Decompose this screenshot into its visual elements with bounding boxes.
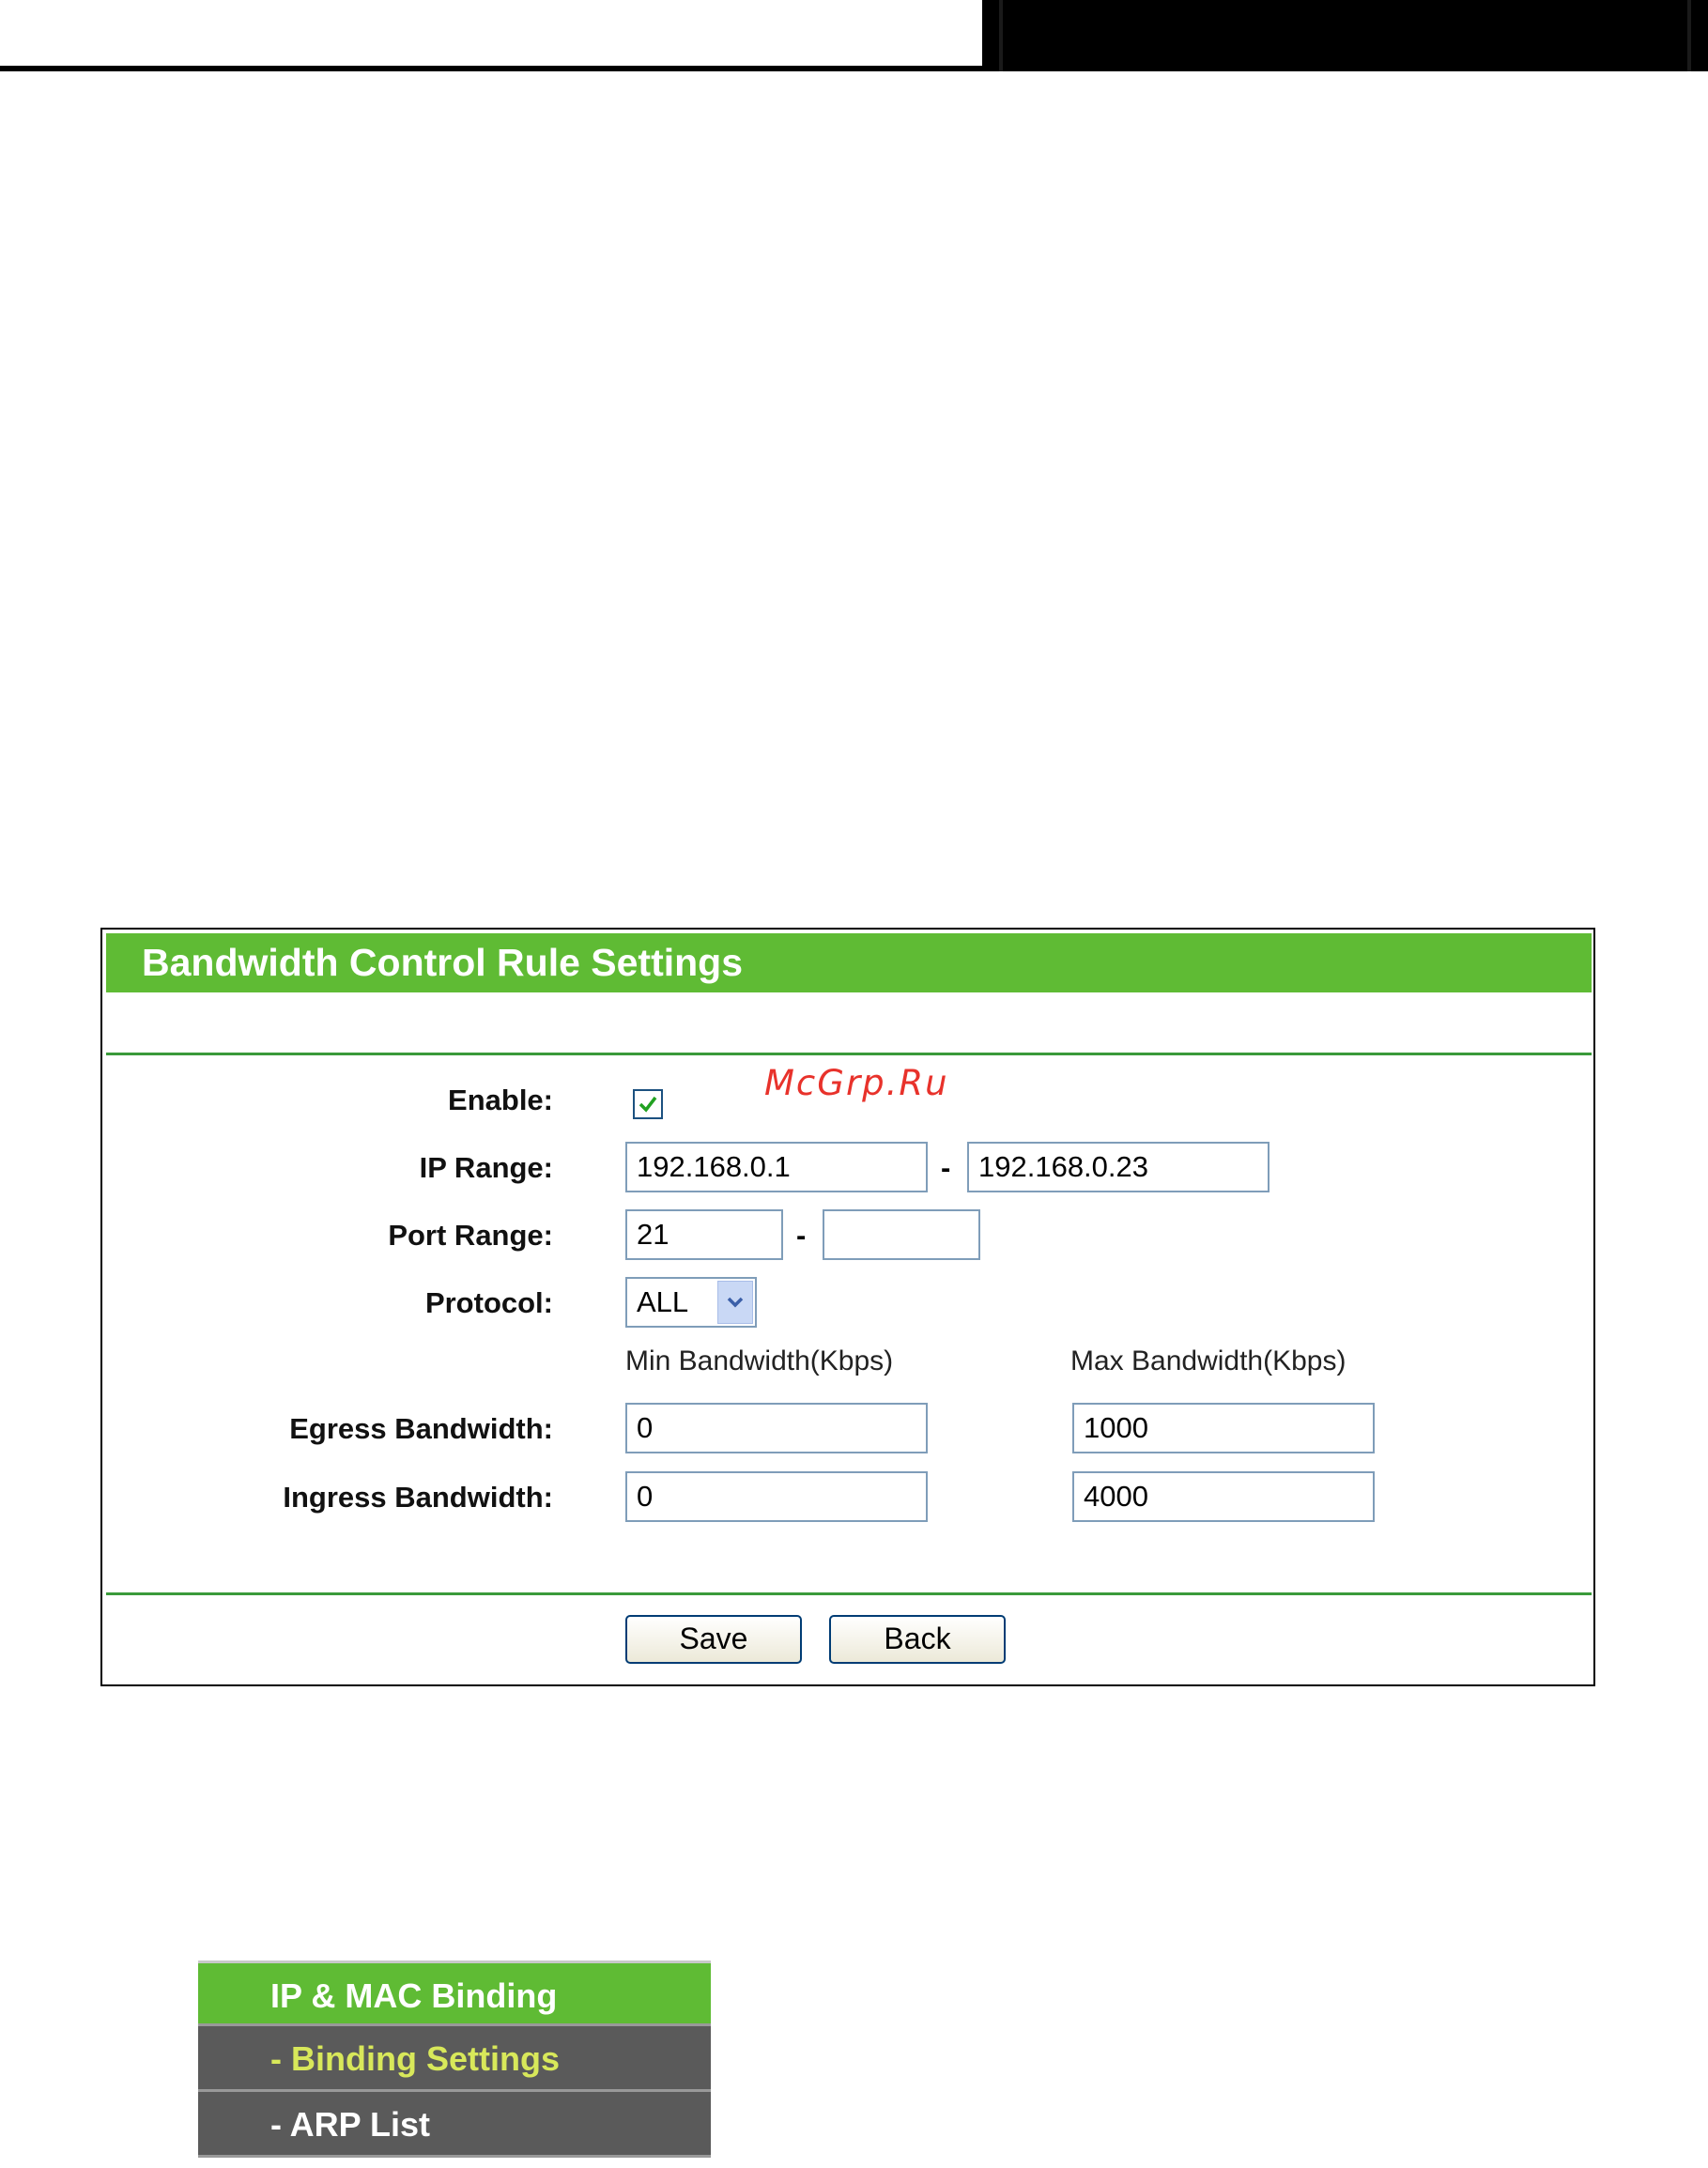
egress-min-input[interactable]: 0 <box>625 1403 928 1453</box>
port-range-start-input[interactable]: 21 <box>625 1209 783 1260</box>
ip-range-end-input[interactable]: 192.168.0.23 <box>967 1142 1269 1192</box>
ingress-label: Ingress Bandwidth: <box>283 1481 553 1514</box>
back-button[interactable]: Back <box>829 1615 1006 1664</box>
ip-range-start-input[interactable]: 192.168.0.1 <box>625 1142 928 1192</box>
protocol-label: Protocol: <box>424 1286 553 1319</box>
protocol-select[interactable]: ALL <box>625 1277 757 1328</box>
enable-checkbox[interactable] <box>633 1089 663 1119</box>
checkmark-icon <box>639 1096 657 1113</box>
header-dark-block <box>982 0 1708 71</box>
enable-label: Enable: <box>448 1084 553 1116</box>
divider-top <box>106 1053 1592 1055</box>
port-range-end-input[interactable] <box>823 1209 980 1260</box>
menu-item-binding-settings[interactable]: - Binding Settings <box>198 2026 711 2092</box>
side-menu: IP & MAC Binding - Binding Settings - AR… <box>198 1960 711 2158</box>
header-rule <box>0 66 984 71</box>
ingress-min-input[interactable]: 0 <box>625 1471 928 1522</box>
port-range-label: Port Range: <box>388 1219 553 1252</box>
menu-item-arp-list[interactable]: - ARP List <box>198 2092 711 2158</box>
min-bandwidth-header: Min Bandwidth(Kbps) <box>625 1345 894 1376</box>
ingress-max-input[interactable]: 4000 <box>1072 1471 1375 1522</box>
egress-label: Egress Bandwidth: <box>289 1412 553 1445</box>
protocol-selected-value: ALL <box>637 1285 689 1318</box>
header-notch-right <box>1687 0 1691 71</box>
max-bandwidth-header: Max Bandwidth(Kbps) <box>1070 1345 1346 1376</box>
divider-bottom <box>106 1592 1592 1595</box>
menu-item-ip-mac-binding[interactable]: IP & MAC Binding <box>198 1960 711 2026</box>
bandwidth-rule-panel: Bandwidth Control Rule Settings Enable: … <box>100 928 1595 1686</box>
panel-title: Bandwidth Control Rule Settings <box>106 933 1592 992</box>
save-button[interactable]: Save <box>625 1615 802 1664</box>
egress-max-input[interactable]: 1000 <box>1072 1403 1375 1453</box>
protocol-dropdown-button[interactable] <box>717 1281 753 1324</box>
header-notch-left <box>999 0 1003 71</box>
ip-range-label: IP Range: <box>419 1151 553 1184</box>
ip-range-separator: - <box>941 1151 951 1184</box>
watermark-text: McGrp.Ru <box>764 1063 949 1103</box>
chevron-down-icon <box>727 1297 744 1308</box>
port-range-separator: - <box>796 1219 807 1252</box>
